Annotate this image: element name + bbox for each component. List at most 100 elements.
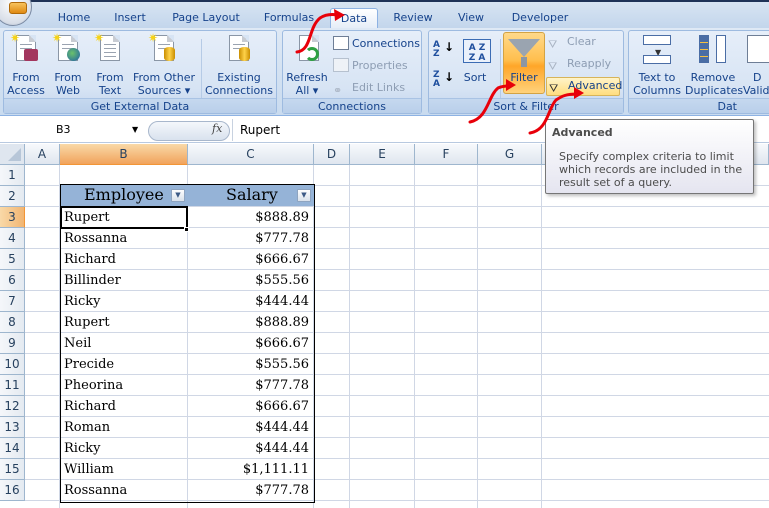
employee-cell[interactable]: Neil [62,333,186,354]
reapply-label: Reapply [567,57,612,70]
from-web-button[interactable]: ✷ From Web [48,32,88,97]
employee-filter-dropdown-icon[interactable]: ▼ [171,189,185,202]
group-data-tools: ▼ Text to Columns Remove Duplicates D Va… [628,30,769,114]
clear-label: Clear [567,35,596,48]
salary-cell[interactable]: $777.78 [188,375,311,396]
remove-duplicates-label-1: Remove [690,71,736,84]
row-header-10[interactable]: 10 [0,354,25,375]
edit-links-label: Edit Links [352,81,406,94]
employee-cell[interactable]: Rossanna [62,228,186,249]
column-header-d[interactable]: D [314,144,350,165]
edit-links-button[interactable]: ⚭ Edit Links [333,79,405,97]
row-header-15[interactable]: 15 [0,459,25,480]
tab-home[interactable]: Home [52,8,96,30]
employee-cell[interactable]: Pheorina [62,375,186,396]
properties-button[interactable]: Properties [333,57,408,75]
salary-cell[interactable]: $555.56 [188,354,311,375]
tab-review[interactable]: Review [386,8,440,30]
text-to-columns-button[interactable]: ▼ Text to Columns [633,33,681,97]
properties-icon [333,58,349,72]
salary-cell[interactable]: $444.44 [188,417,311,438]
sort-z-to-a-button[interactable]: Z A ↓ [433,71,454,89]
existing-connections-button[interactable]: Existing Connections [204,33,274,97]
row-header-4[interactable]: 4 [0,228,25,249]
row-header-2[interactable]: 2 [0,186,25,207]
employee-cell[interactable]: Ricky [62,291,186,312]
salary-cell[interactable]: $666.67 [188,396,311,417]
column-header-f[interactable]: F [415,144,478,165]
salary-cell[interactable]: $444.44 [188,438,311,459]
row-header-7[interactable]: 7 [0,291,25,312]
refresh-all-button[interactable]: Refresh All ▾ [285,33,329,97]
remove-duplicates-button[interactable]: Remove Duplicates [685,33,743,97]
select-all-button[interactable] [0,144,25,165]
employee-cell[interactable]: Rossanna [62,480,186,501]
fill-handle[interactable] [184,227,189,232]
employee-cell[interactable]: Roman [62,417,186,438]
salary-cell[interactable]: $666.67 [188,333,311,354]
sort-button[interactable]: A ZZ A Sort [455,33,495,84]
refresh-all-label-1: Refresh [286,71,328,84]
name-box[interactable]: B3 [0,121,145,139]
row-header-3[interactable]: 3 [0,207,25,228]
employee-cell[interactable]: Billinder [62,270,186,291]
data-validation-label-2: Valid [743,84,769,97]
column-header-e[interactable]: E [350,144,415,165]
salary-cell[interactable]: $666.67 [188,249,311,270]
tab-developer[interactable]: Developer [504,8,576,30]
employee-cell[interactable]: Precide [62,354,186,375]
from-text-button[interactable]: ✷ From Text [90,32,130,97]
tab-view[interactable]: View [450,8,492,30]
connections-button[interactable]: Connections [333,35,420,53]
salary-cell[interactable]: $1,111.11 [188,459,311,480]
from-other-sources-button[interactable]: ✷ From Other Sources ▾ [132,32,196,97]
from-text-label-2: Text [98,84,122,97]
salary-filter-dropdown-icon[interactable]: ▼ [297,189,311,202]
row-header-11[interactable]: 11 [0,375,25,396]
from-access-button[interactable]: ✷ From Access [6,32,46,97]
tab-formulas[interactable]: Formulas [256,8,322,30]
column-header-c[interactable]: C [188,144,314,165]
tab-insert[interactable]: Insert [106,8,154,30]
row-header-8[interactable]: 8 [0,312,25,333]
salary-cell[interactable]: $777.78 [188,228,311,249]
salary-cell[interactable]: $444.44 [188,291,311,312]
employee-cell[interactable]: William [62,459,186,480]
row-header-14[interactable]: 14 [0,438,25,459]
data-validation-button[interactable]: D Valid [743,33,769,97]
worksheet-grid: ABCDEFGH 12345678910111213141516 Employe… [0,144,769,508]
salary-cell[interactable]: $888.89 [188,207,311,228]
active-cell-b3[interactable] [60,206,188,229]
clear-button[interactable]: ⛛ Clear [548,33,596,51]
salary-cell[interactable]: $888.89 [188,312,311,333]
data-validation-icon [747,33,769,67]
insert-function-icon[interactable]: fx [212,122,222,135]
row-header-9[interactable]: 9 [0,333,25,354]
row-header-12[interactable]: 12 [0,396,25,417]
advanced-filter-button[interactable]: ⛛ Advanced [546,77,622,96]
sort-a-to-z-icon: AZ [433,40,440,59]
office-button[interactable] [0,0,32,26]
salary-cell[interactable]: $555.56 [188,270,311,291]
text-to-columns-icon: ▼ [641,33,673,67]
column-header-g[interactable]: G [478,144,542,165]
sort-a-to-z-button[interactable]: A Z ↓ [433,40,454,59]
employee-cell[interactable]: Rupert [62,312,186,333]
row-header-1[interactable]: 1 [0,165,25,186]
salary-cell[interactable]: $777.78 [188,480,311,501]
reapply-button[interactable]: ⛛ Reapply [548,55,611,73]
tab-data[interactable]: Data [330,8,378,30]
employee-cell[interactable]: Richard [62,249,186,270]
row-header-6[interactable]: 6 [0,270,25,291]
employee-cell[interactable]: Richard [62,396,186,417]
row-header-16[interactable]: 16 [0,480,25,501]
row-header-13[interactable]: 13 [0,417,25,438]
tab-page-layout[interactable]: Page Layout [166,8,246,30]
funnel-icon [508,39,540,57]
column-header-a[interactable]: A [25,144,60,165]
name-box-dropdown-icon[interactable]: ▼ [132,121,142,139]
row-header-5[interactable]: 5 [0,249,25,270]
column-header-b[interactable]: B [60,144,188,165]
filter-button[interactable]: Filter [503,32,545,94]
employee-cell[interactable]: Ricky [62,438,186,459]
